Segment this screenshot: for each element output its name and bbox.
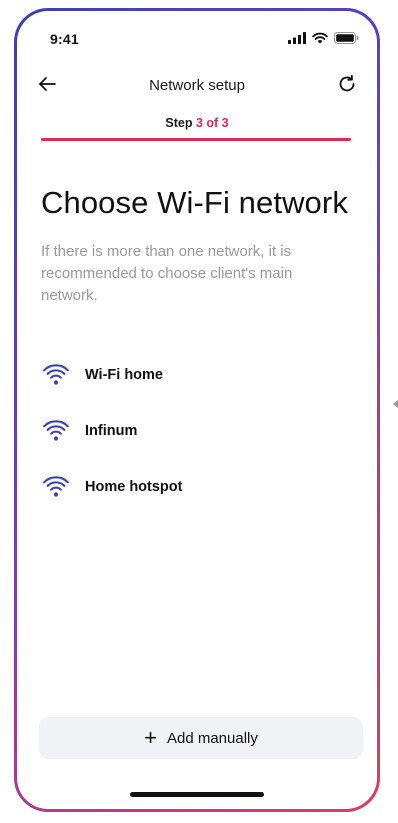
step-progress-bar: [41, 138, 351, 141]
network-item-infinum[interactable]: Infinum: [41, 403, 353, 459]
status-bar: 9:41: [17, 11, 377, 57]
page-header-title: Network setup: [149, 77, 245, 94]
battery-icon: [334, 32, 359, 44]
network-item-home-hotspot[interactable]: Home hotspot: [41, 459, 353, 515]
refresh-button[interactable]: [336, 73, 358, 95]
side-arrow-icon: [393, 400, 398, 408]
network-name: Wi-Fi home: [85, 367, 164, 383]
wifi-icon: [43, 476, 69, 497]
wifi-icon: [43, 364, 69, 385]
network-name: Infinum: [85, 423, 138, 439]
status-time: 9:41: [50, 31, 79, 47]
add-manually-button[interactable]: + Add manually: [39, 717, 363, 759]
step-count: 3 of 3: [195, 116, 229, 130]
network-list: Wi-Fi home Infinum Home hotspot: [41, 347, 353, 515]
page-title: Choose Wi-Fi network: [41, 185, 348, 220]
network-item-wifi-home[interactable]: Wi-Fi home: [41, 347, 353, 403]
status-icons: [288, 32, 359, 44]
home-indicator[interactable]: [130, 792, 264, 797]
wifi-icon: [43, 420, 69, 441]
signal-icon: [288, 32, 306, 44]
plus-icon: +: [144, 725, 157, 750]
page-description: If there is more than one network, it is…: [41, 243, 293, 304]
refresh-icon: [339, 74, 355, 92]
wifi-icon: [312, 32, 328, 44]
add-manually-label: Add manually: [166, 729, 258, 747]
app-screen: 9:41 Network setup Step 3 of 3 Choose Wi…: [17, 11, 377, 809]
step-label: Step: [165, 116, 196, 130]
app-header: Network setup: [17, 65, 377, 105]
phone-frame: 9:41 Network setup Step 3 of 3 Choose Wi…: [14, 8, 380, 812]
step-indicator: Step 3 of 3: [17, 116, 377, 130]
network-name: Home hotspot: [85, 479, 183, 495]
